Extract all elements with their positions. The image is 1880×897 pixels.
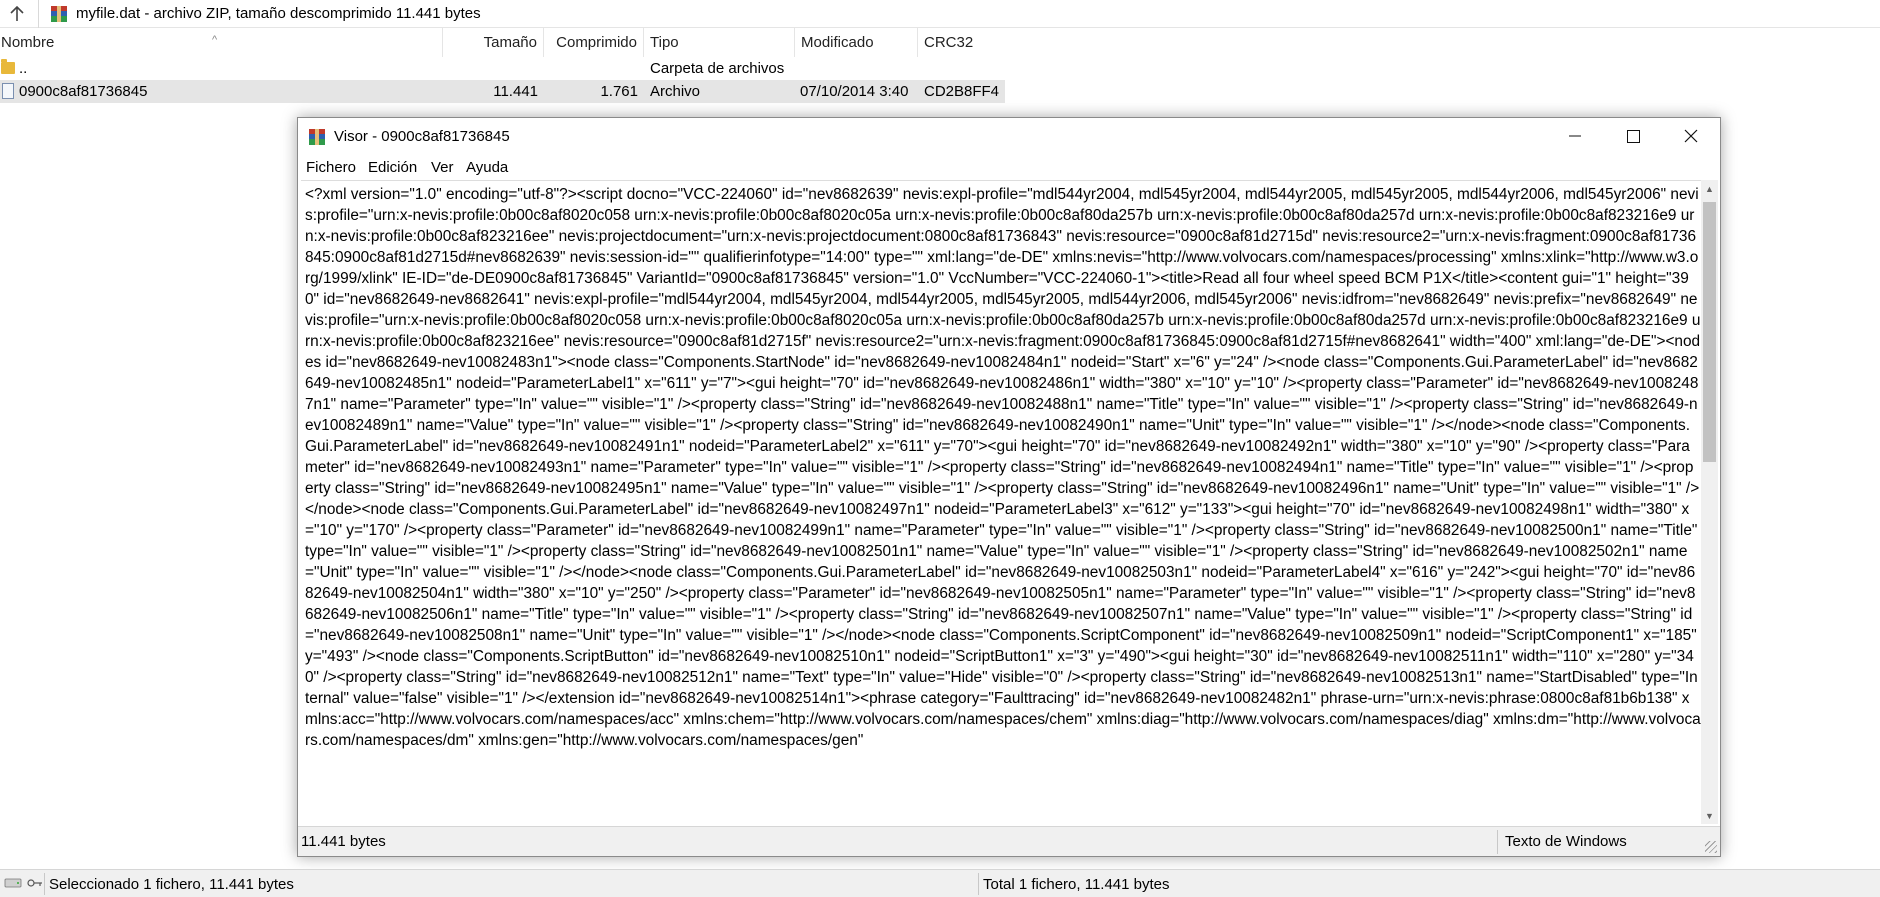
row-size: 11.441 bbox=[493, 83, 538, 100]
status-separator bbox=[978, 873, 979, 895]
list-item-file[interactable]: 0900c8af81736845 11.441 1.761 Archivo 07… bbox=[0, 80, 1005, 103]
viewer-text-area[interactable]: <?xml version="1.0" encoding="utf-8"?><s… bbox=[301, 180, 1701, 824]
address-path[interactable]: myfile.dat - archivo ZIP, tamaño descomp… bbox=[76, 5, 481, 22]
scroll-down-icon[interactable]: ▼ bbox=[1701, 807, 1718, 824]
menu-edicion[interactable]: Edición bbox=[368, 159, 417, 176]
viewer-status-bar: 11.441 bytes Texto de Windows bbox=[298, 826, 1720, 856]
status-total: Total 1 fichero, 11.441 bytes bbox=[983, 876, 1170, 893]
sort-ascending-icon: ^ bbox=[212, 34, 218, 46]
viewer-window: Visor - 0900c8af81736845 Fichero Edición… bbox=[297, 117, 1721, 857]
main-status-bar: Seleccionado 1 fichero, 11.441 bytes Tot… bbox=[0, 869, 1880, 897]
menu-ayuda[interactable]: Ayuda bbox=[466, 159, 508, 176]
row-name: 0900c8af81736845 bbox=[19, 83, 148, 100]
row-modified: 07/10/2014 3:40 bbox=[800, 83, 909, 100]
scrollbar-thumb[interactable] bbox=[1703, 202, 1716, 462]
arrow-up-icon[interactable] bbox=[6, 3, 28, 25]
viewer-title: Visor - 0900c8af81736845 bbox=[334, 128, 510, 145]
maximize-icon bbox=[1626, 129, 1640, 143]
column-header-type[interactable]: Tipo bbox=[644, 28, 795, 57]
address-separator bbox=[38, 0, 39, 28]
folder-icon bbox=[1, 59, 15, 74]
column-header-packed[interactable]: Comprimido bbox=[544, 28, 644, 57]
resize-grip-icon[interactable] bbox=[1705, 841, 1717, 853]
column-header-modified[interactable]: Modificado bbox=[795, 28, 918, 57]
column-header-size[interactable]: Tamaño bbox=[443, 28, 544, 57]
column-header-name[interactable]: Nombre ^ bbox=[0, 28, 443, 57]
row-name: .. bbox=[19, 60, 28, 77]
winrar-archive-icon bbox=[309, 129, 325, 145]
row-crc: CD2B8FF4 bbox=[924, 83, 1000, 100]
drive-icon bbox=[4, 878, 22, 888]
file-content-text: <?xml version="1.0" encoding="utf-8"?><s… bbox=[305, 186, 1701, 749]
menu-fichero[interactable]: Fichero bbox=[306, 159, 356, 176]
scroll-up-icon[interactable]: ▲ bbox=[1701, 180, 1718, 197]
list-item-parent-folder[interactable]: .. Carpeta de archivos bbox=[0, 57, 1005, 80]
status-separator bbox=[44, 873, 45, 895]
status-selection: Seleccionado 1 fichero, 11.441 bytes bbox=[49, 876, 294, 893]
close-button[interactable] bbox=[1662, 118, 1720, 154]
file-icon bbox=[2, 83, 14, 99]
viewer-status-encoding: Texto de Windows bbox=[1505, 833, 1627, 850]
viewer-menu-bar: Fichero Edición Ver Ayuda bbox=[298, 156, 1720, 180]
viewer-title-bar[interactable]: Visor - 0900c8af81736845 bbox=[298, 118, 1720, 156]
close-icon bbox=[1684, 129, 1698, 143]
vertical-scrollbar[interactable]: ▲ ▼ bbox=[1701, 180, 1718, 824]
row-type: Archivo bbox=[650, 83, 701, 100]
row-type: Carpeta de archivos bbox=[650, 60, 785, 77]
address-bar: myfile.dat - archivo ZIP, tamaño descomp… bbox=[0, 0, 1880, 28]
minimize-button[interactable] bbox=[1546, 118, 1604, 154]
row-packed: 1.761 bbox=[600, 83, 638, 100]
winrar-archive-icon bbox=[51, 6, 67, 22]
menu-ver[interactable]: Ver bbox=[431, 159, 454, 176]
minimize-icon bbox=[1569, 135, 1581, 137]
maximize-button[interactable] bbox=[1604, 118, 1662, 154]
file-list-header: Nombre ^ Tamaño Comprimido Tipo Modificad… bbox=[0, 28, 1880, 57]
status-separator bbox=[1497, 830, 1498, 854]
viewer-status-size: 11.441 bytes bbox=[301, 833, 386, 850]
key-icon bbox=[27, 879, 42, 887]
column-header-crc[interactable]: CRC32 bbox=[918, 28, 1005, 57]
